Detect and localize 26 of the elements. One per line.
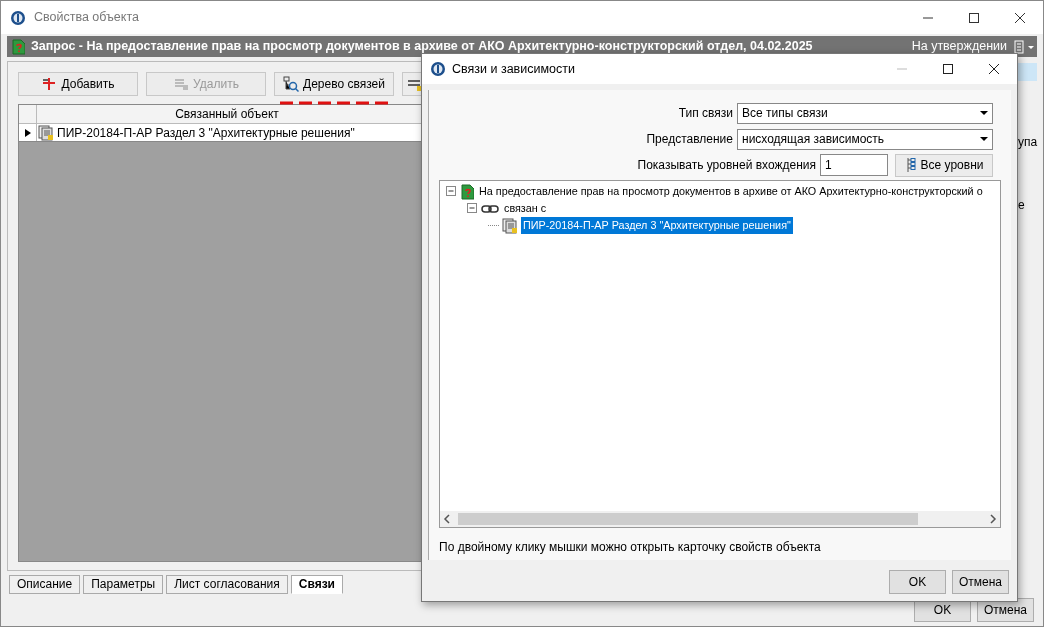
text-fragment: е [1018,197,1025,214]
window-title: Свойства объекта [34,9,139,27]
hint-text: По двойному клику мышки можно открыть карточку свойств объекта [439,539,822,556]
tab[interactable]: Описание [9,575,81,594]
dialog-button[interactable]: Отмена [952,570,1009,594]
status-label: На утверждении [911,38,1007,56]
levels-button[interactable]: Все уровни [895,153,993,177]
tree-item[interactable]: связан с [502,200,549,217]
dropdown[interactable]: нисходящая зависимость [737,128,993,150]
field-label: Представление [646,131,733,148]
text-fragment: упа [1018,134,1038,151]
level-input[interactable]: 1 [820,154,888,176]
column-header: Связанный объект [174,106,280,123]
tab[interactable]: Лист согласования [166,575,288,594]
tab[interactable]: Связи [290,575,343,594]
dialog-button[interactable]: OK [889,570,946,594]
tree-item[interactable]: ПИР-20184-П-АР Раздел 3 "Архитектурные решения" [521,217,793,234]
dropdown[interactable]: Все типы связи [737,102,993,124]
tree-item[interactable]: На предоставление прав на просмотр документов в архиве от АКО Архитектурно-конструкторский о [477,183,985,200]
tab[interactable]: Параметры [83,575,164,594]
document-title: Запрос - На предоставление прав на просмотр документов в архиве от АКО Архитектурно-конструкторский отдел, 04.02.2025 [31,38,813,56]
field-label: Показывать уровней вхождения [637,157,816,174]
dialog-title: Связи и зависимости [452,60,575,78]
toolbar-button[interactable]: Дерево связей [274,72,394,96]
toolbar-button[interactable]: Добавить [18,72,138,96]
field-label: Тип связи [678,105,733,122]
